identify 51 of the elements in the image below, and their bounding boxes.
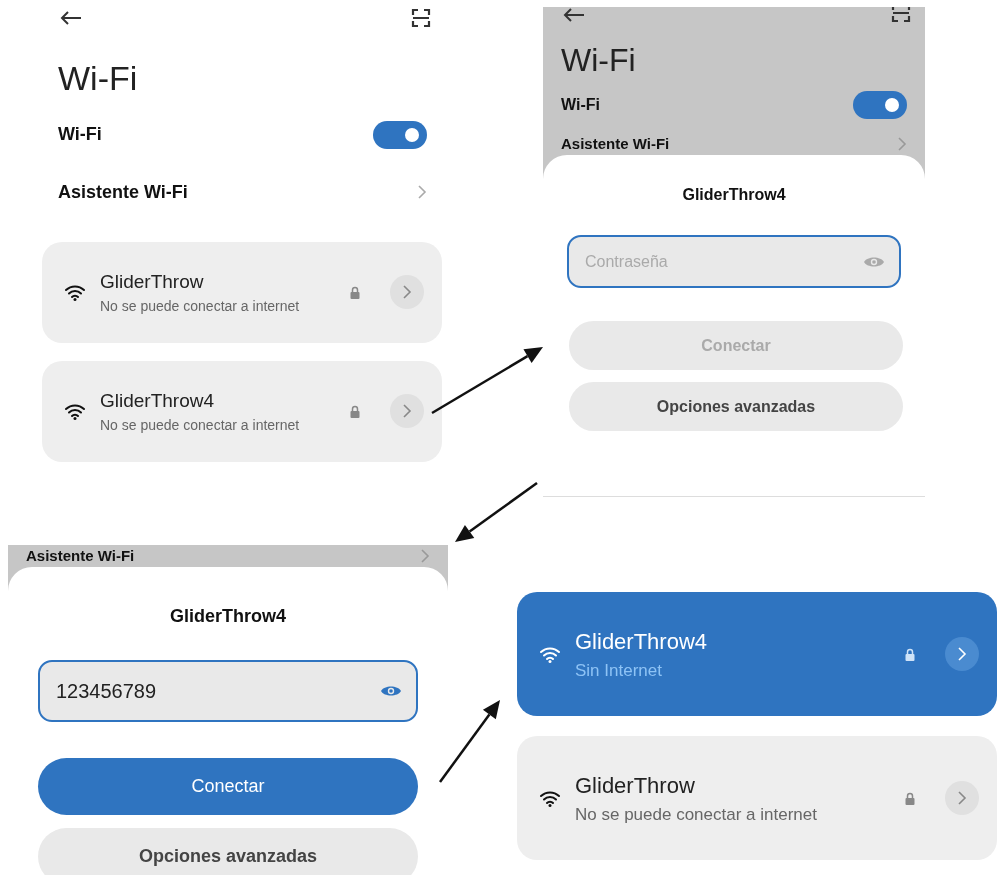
details-button[interactable] — [390, 275, 424, 310]
network-status: No se puede conectar a internet — [100, 416, 301, 436]
assistant-label: Asistente Wi-Fi — [26, 545, 135, 566]
wifi-icon — [539, 789, 561, 807]
back-arrow-icon[interactable] — [563, 7, 585, 23]
details-button[interactable] — [390, 394, 424, 429]
network-status: Sin Internet — [575, 659, 663, 682]
wifi-label: Wi-Fi — [58, 123, 102, 147]
lock-icon — [905, 647, 915, 661]
back-arrow-icon[interactable] — [60, 10, 82, 26]
dialog-button[interactable]: Conectar — [38, 758, 418, 815]
details-button[interactable] — [945, 781, 979, 815]
network-name: GliderThrow — [575, 771, 696, 800]
network-status: No se puede conectar a internet — [575, 803, 818, 826]
lock-icon — [350, 285, 360, 299]
network-status: No se puede conectar a internet — [100, 297, 301, 317]
wifi-label: Wi-Fi — [561, 95, 600, 116]
network-name: GliderThrow — [100, 269, 205, 294]
assistant-label: Asistente Wi-Fi — [561, 134, 670, 155]
dialog-button[interactable]: Opciones avanzadas — [38, 828, 418, 875]
chevron-right-icon[interactable] — [417, 184, 427, 201]
details-button[interactable] — [945, 637, 979, 671]
network-card[interactable]: GliderThrow No se puede conectar a internet — [517, 736, 997, 860]
chevron-right-icon[interactable] — [957, 790, 967, 806]
dialog-button[interactable]: Opciones avanzadas — [569, 382, 903, 432]
network-name: GliderThrow4 — [100, 388, 216, 413]
scan-icon[interactable] — [891, 7, 911, 23]
page-title: Wi-Fi — [560, 41, 637, 80]
wifi-toggle[interactable] — [853, 91, 907, 120]
network-name: GliderThrow4 — [575, 627, 709, 656]
scan-icon[interactable] — [411, 8, 431, 28]
chevron-right-icon[interactable] — [420, 548, 430, 564]
password-field[interactable]: Contraseña — [567, 235, 901, 289]
network-card[interactable]: GliderThrow No se puede conectar a internet — [42, 241, 442, 343]
page-title: Wi-Fi — [57, 58, 139, 99]
wifi-icon — [64, 402, 86, 421]
wifi-icon — [539, 645, 561, 663]
assistant-label: Asistente Wi-Fi — [58, 180, 188, 204]
eye-icon[interactable] — [380, 684, 402, 698]
wifi-toggle[interactable] — [373, 120, 427, 149]
dialog-title: GliderThrow4 — [169, 605, 287, 628]
password-field[interactable]: 123456789 — [38, 660, 418, 722]
chevron-right-icon[interactable] — [402, 284, 412, 301]
chevron-right-icon[interactable] — [897, 136, 907, 153]
dialog-title: GliderThrow4 — [681, 185, 787, 206]
lock-icon — [350, 404, 360, 418]
wifi-icon — [64, 283, 86, 302]
lock-icon — [905, 791, 915, 805]
network-card[interactable]: GliderThrow4 No se puede conectar a internet — [42, 360, 442, 462]
chevron-right-icon[interactable] — [402, 403, 412, 420]
network-card[interactable]: GliderThrow4 Sin Internet — [517, 592, 997, 716]
